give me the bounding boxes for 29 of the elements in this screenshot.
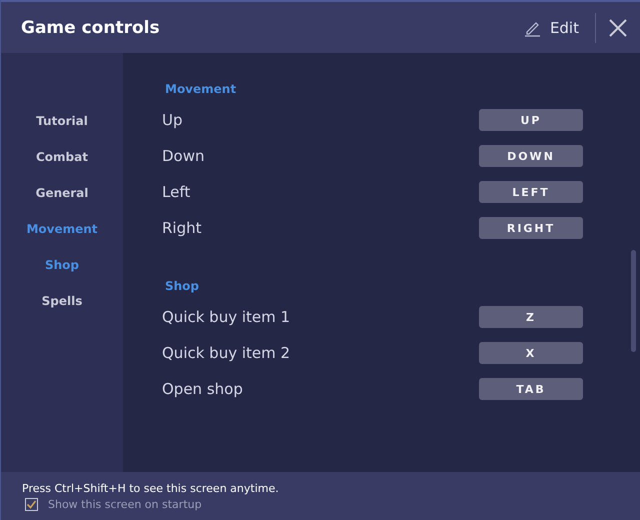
key-binding-button[interactable]: Z: [479, 306, 583, 328]
sidebar-item[interactable]: Tutorial: [32, 103, 92, 139]
scrollbar-thumb[interactable]: [631, 250, 636, 352]
sidebar-item[interactable]: Shop: [40, 247, 84, 283]
section-title: Movement: [165, 81, 238, 97]
key-binding-button[interactable]: UP: [479, 109, 583, 131]
key-binding-button[interactable]: DOWN: [479, 145, 583, 167]
checkbox[interactable]: [25, 498, 38, 511]
close-icon: [609, 18, 627, 36]
sidebar-item[interactable]: General: [32, 175, 92, 211]
sidebar-item[interactable]: Movement: [22, 211, 102, 247]
checkbox-label: Show this screen on startup: [48, 498, 202, 511]
action-label: Quick buy item 1: [162, 308, 292, 326]
section-title: Shop: [165, 278, 200, 294]
window-title: Game controls: [21, 18, 161, 38]
edit-button[interactable]: Edit: [518, 14, 585, 40]
sidebar-item[interactable]: Spells: [38, 283, 86, 319]
key-binding-button[interactable]: LEFT: [479, 181, 583, 203]
action-label: Left: [162, 183, 192, 201]
action-label: Right: [162, 219, 202, 237]
action-label: Quick buy item 2: [162, 344, 292, 362]
sidebar-item[interactable]: Combat: [32, 139, 92, 175]
key-binding-button[interactable]: X: [479, 342, 583, 364]
action-label: Up: [162, 111, 184, 129]
action-label: Open shop: [162, 380, 244, 398]
hint-text: Press Ctrl+Shift+H to see this screen anytime.: [22, 482, 280, 495]
action-label: Down: [162, 147, 206, 165]
key-binding-button[interactable]: RIGHT: [479, 217, 583, 239]
key-binding-button[interactable]: TAB: [479, 378, 583, 400]
